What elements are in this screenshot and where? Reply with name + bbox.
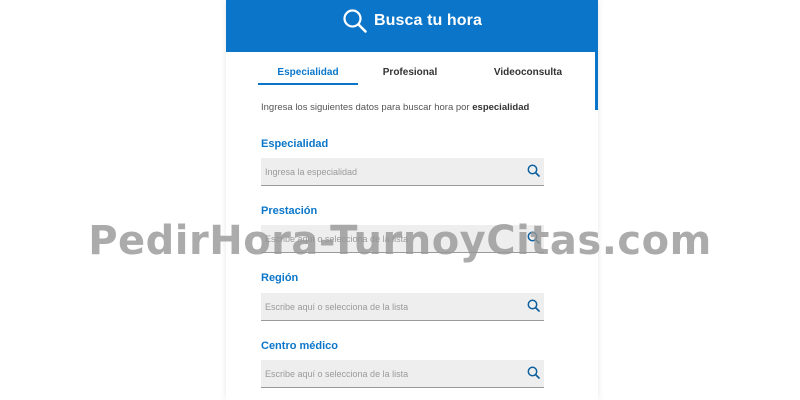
search-icon[interactable] [526,230,542,246]
centro-medico-placeholder: Escribe aquí o selecciona de la lista [265,369,409,379]
header-edge-accent [595,52,598,110]
especialidad-input[interactable]: Ingresa la especialidad [261,158,544,186]
centro-medico-input[interactable]: Escribe aquí o selecciona de la lista [261,360,544,388]
tab-videoconsulta[interactable]: Videoconsulta [468,64,588,84]
tab-especialidad[interactable]: Especialidad [258,64,358,84]
region-input[interactable]: Escribe aquí o selecciona de la lista [261,293,544,321]
search-card: Busca tu hora Especialidad Profesional V… [226,0,598,400]
page-title: Busca tu hora [374,12,482,29]
tab-profesional[interactable]: Profesional [362,64,458,84]
active-tab-indicator [258,83,358,85]
especialidad-label: Especialidad [261,138,329,150]
header-content: Busca tu hora [226,0,598,42]
intro-emphasis: especialidad [472,102,530,113]
prestacion-label: Prestación [261,205,318,217]
prestacion-input[interactable]: Escribe aquí o selecciona de la lista [261,225,544,253]
search-icon[interactable] [526,163,542,179]
tab-bar: Especialidad Profesional Videoconsulta [258,64,578,86]
especialidad-placeholder: Ingresa la especialidad [265,167,358,177]
search-icon [342,8,368,34]
intro-sentence: Ingresa los siguientes datos para buscar… [261,102,470,113]
prestacion-placeholder: Escribe aquí o selecciona de la lista [265,234,409,244]
region-placeholder: Escribe aquí o selecciona de la lista [265,302,409,312]
region-label: Región [261,272,299,284]
card-header: Busca tu hora [226,0,598,52]
centro-medico-label: Centro médico [261,340,339,352]
search-icon[interactable] [526,365,542,381]
search-icon[interactable] [526,298,542,314]
intro-text: Ingresa los siguientes datos para buscar… [261,102,529,113]
page: Busca tu hora Especialidad Profesional V… [0,0,800,400]
